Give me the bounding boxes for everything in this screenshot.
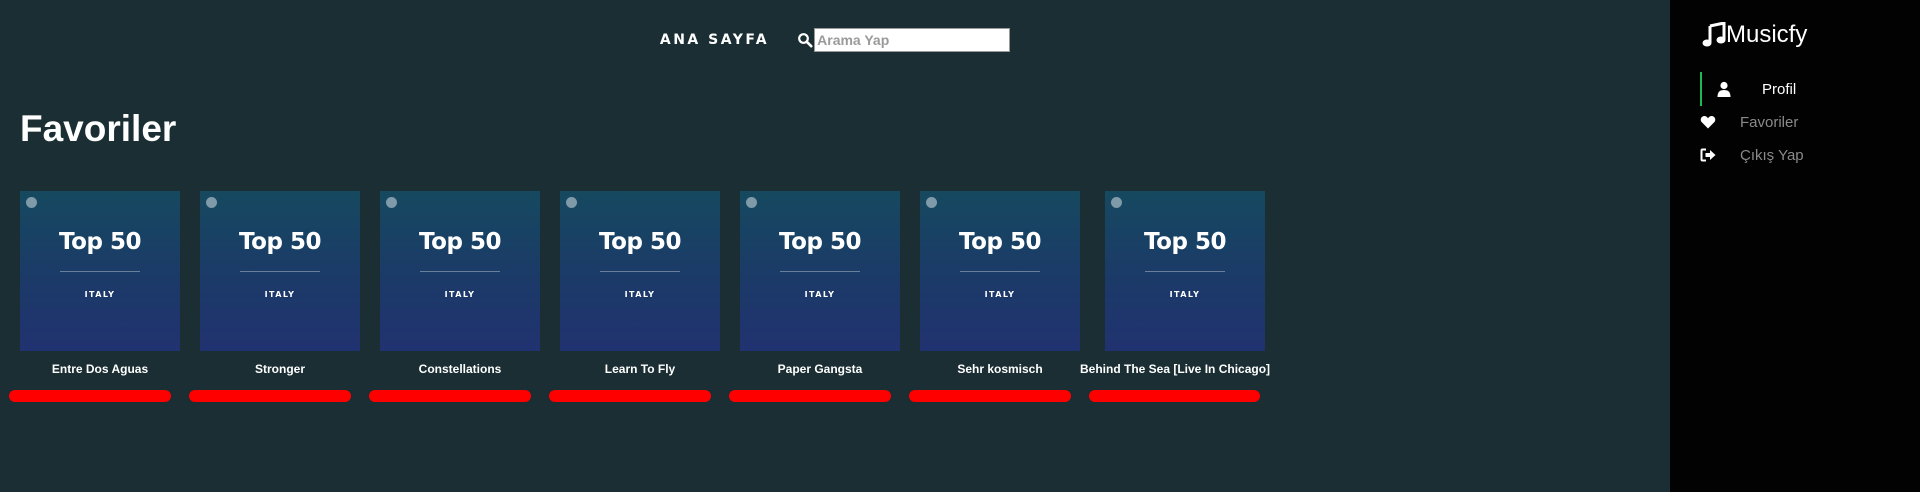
main-content: ANA SAYFA Favoriler Top 50 ITALY Entre D… <box>0 0 1670 492</box>
spotify-logo-icon <box>746 197 757 208</box>
cover-subtitle: ITALY <box>1169 290 1201 299</box>
cover-subtitle: ITALY <box>624 290 656 299</box>
spotify-logo-icon <box>206 197 217 208</box>
spotify-logo-icon <box>386 197 397 208</box>
sidebar-item-favoriler[interactable]: Favoriler <box>1700 105 1900 139</box>
song-title[interactable]: Sehr kosmisch <box>900 362 1100 376</box>
music-note-icon <box>1702 22 1726 47</box>
heart-icon <box>1700 116 1716 129</box>
user-icon <box>1717 81 1731 97</box>
spotify-logo-icon <box>1111 197 1122 208</box>
song-title[interactable]: Entre Dos Aguas <box>0 362 200 376</box>
spotify-logo-icon <box>26 197 37 208</box>
album-cover[interactable]: Top 50 ITALY <box>20 191 180 351</box>
album-cover[interactable]: Top 50 ITALY <box>200 191 360 351</box>
song-title[interactable]: Constellations <box>360 362 560 376</box>
cover-divider <box>60 271 140 272</box>
remove-favorite-button[interactable] <box>9 390 171 402</box>
sidebar-item-profil[interactable]: Profil <box>1700 72 1902 106</box>
sidebar-item-label: Çıkış Yap <box>1740 146 1804 164</box>
remove-favorite-button[interactable] <box>1089 390 1260 402</box>
cover-divider <box>600 271 680 272</box>
remove-favorite-button[interactable] <box>369 390 531 402</box>
remove-favorite-button[interactable] <box>549 390 711 402</box>
album-cover[interactable]: Top 50 ITALY <box>920 191 1080 351</box>
cover-subtitle: ITALY <box>84 290 116 299</box>
page-title: Favoriler <box>20 108 177 149</box>
album-cover[interactable]: Top 50 ITALY <box>380 191 540 351</box>
sidebar: Musicfy Profil Favoriler Çıkış Yap <box>1670 0 1920 492</box>
cover-title: Top 50 <box>959 229 1041 255</box>
cover-subtitle: ITALY <box>984 290 1016 299</box>
remove-favorite-button[interactable] <box>189 390 351 402</box>
brand-name: Musicfy <box>1726 21 1808 48</box>
album-cover[interactable]: Top 50 ITALY <box>560 191 720 351</box>
search-icon[interactable] <box>797 32 813 48</box>
song-title[interactable]: Stronger <box>180 362 380 376</box>
cover-divider <box>420 271 500 272</box>
brand-logo[interactable]: Musicfy <box>1702 21 1807 49</box>
top-nav: ANA SAYFA <box>0 28 1670 52</box>
spotify-logo-icon <box>566 197 577 208</box>
cover-title: Top 50 <box>239 229 321 255</box>
sign-out-icon <box>1700 148 1716 162</box>
sidebar-item-cikis-yap[interactable]: Çıkış Yap <box>1700 138 1900 172</box>
sidebar-item-label: Favoriler <box>1740 113 1799 131</box>
cover-divider <box>1145 271 1225 272</box>
cover-title: Top 50 <box>419 229 501 255</box>
song-title[interactable]: Behind The Sea [Live In Chicago] <box>1080 362 1270 376</box>
cover-subtitle: ITALY <box>804 290 836 299</box>
album-cover[interactable]: Top 50 ITALY <box>740 191 900 351</box>
cover-divider <box>240 271 320 272</box>
cover-title: Top 50 <box>779 229 861 255</box>
cover-title: Top 50 <box>599 229 681 255</box>
cover-title: Top 50 <box>59 229 141 255</box>
home-link[interactable]: ANA SAYFA <box>660 32 769 48</box>
favorites-grid: Top 50 ITALY Entre Dos Aguas Top 50 ITAL… <box>0 191 1670 411</box>
search-input[interactable] <box>814 28 1011 52</box>
song-title[interactable]: Paper Gangsta <box>720 362 920 376</box>
search-box <box>797 28 1011 52</box>
spotify-logo-icon <box>926 197 937 208</box>
cover-title: Top 50 <box>1144 229 1226 255</box>
cover-subtitle: ITALY <box>264 290 296 299</box>
remove-favorite-button[interactable] <box>909 390 1071 402</box>
song-title[interactable]: Learn To Fly <box>540 362 740 376</box>
cover-divider <box>780 271 860 272</box>
sidebar-item-label: Profil <box>1762 80 1797 98</box>
cover-subtitle: ITALY <box>444 290 476 299</box>
remove-favorite-button[interactable] <box>729 390 891 402</box>
album-cover[interactable]: Top 50 ITALY <box>1105 191 1265 351</box>
cover-divider <box>960 271 1040 272</box>
